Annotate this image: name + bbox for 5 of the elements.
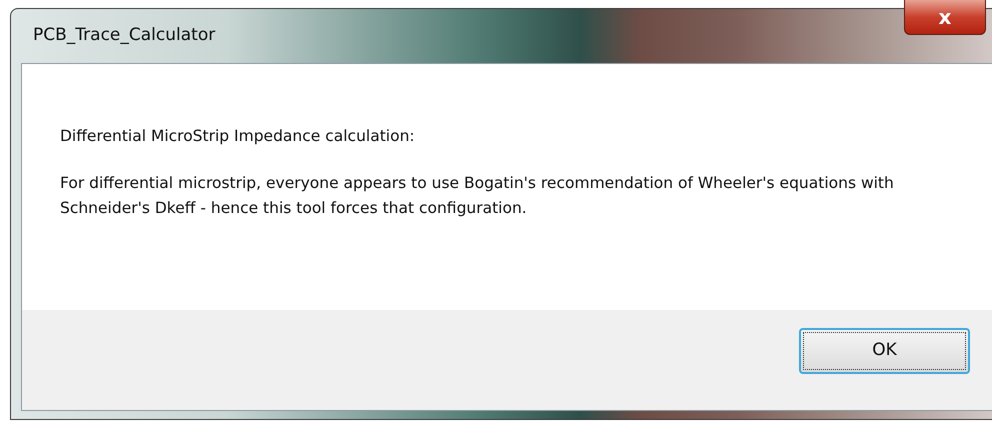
ok-button[interactable]: OK <box>799 328 970 374</box>
close-button[interactable]: x <box>904 0 986 35</box>
message-heading: Differential MicroStrip Impedance calculation: <box>60 126 416 147</box>
message-text: For differential microstrip, everyone appears to use Bogatin's recommendation of Wheeler's equations with Schneider's Dkeff - hence this tool forces that configuration. <box>60 173 895 219</box>
window-title: PCB_Trace_Calculator <box>33 24 216 48</box>
